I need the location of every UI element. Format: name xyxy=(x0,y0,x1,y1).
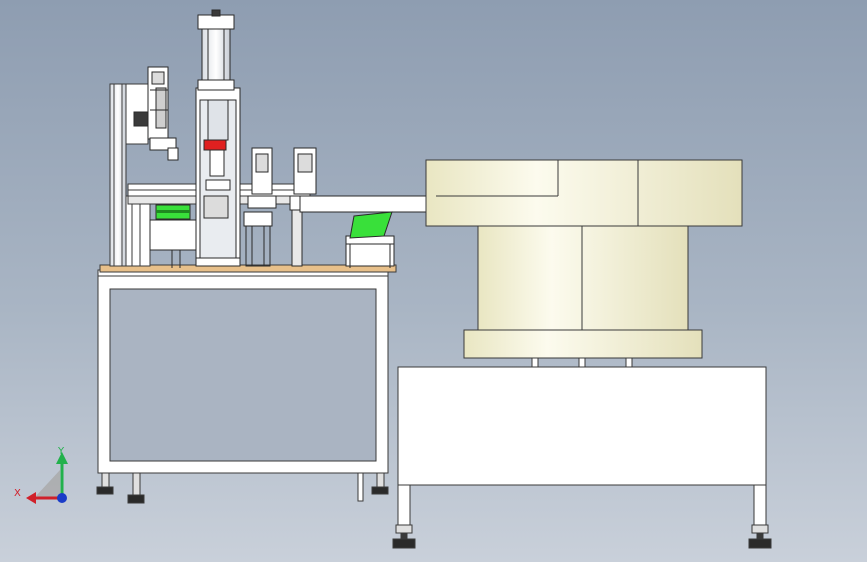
gripper-module-1 xyxy=(243,147,277,267)
cad-viewport[interactable]: Y X xyxy=(0,0,867,562)
vibratory-bowl xyxy=(425,159,743,359)
left-workstation-frame xyxy=(96,269,389,504)
axis-triad: Y X xyxy=(14,446,68,504)
y-axis-label: Y xyxy=(57,446,65,457)
vertical-column xyxy=(109,83,151,267)
upper-actuator xyxy=(133,66,179,161)
bowl-stand xyxy=(392,366,772,549)
air-cylinder xyxy=(197,9,235,91)
x-axis-label: X xyxy=(14,488,21,499)
green-tray xyxy=(349,211,393,239)
machine-drawing: Y X xyxy=(14,9,772,549)
press-column xyxy=(195,87,241,267)
product-fixture xyxy=(149,204,197,268)
